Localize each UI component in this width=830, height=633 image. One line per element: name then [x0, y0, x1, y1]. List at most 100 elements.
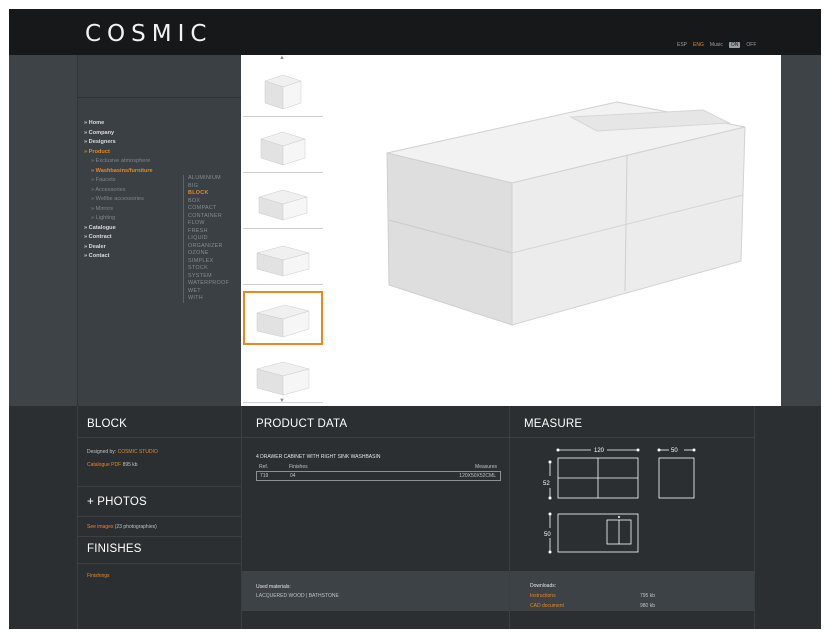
thumbnail-strip: ▲ ▼ [241, 55, 327, 406]
arrow-down-icon[interactable]: ▼ [279, 398, 285, 404]
music-label: Music [709, 42, 723, 48]
model-item-active[interactable]: BLOCK [188, 190, 229, 198]
model-item[interactable]: COMPACT [188, 205, 229, 213]
product-thumbnail[interactable] [243, 175, 323, 229]
top-bar: COSMIC ESP ENG Music ON OFF [9, 9, 821, 55]
nav-item-product[interactable]: » Product [84, 148, 153, 158]
lang-eng-link[interactable]: ENG [693, 42, 704, 48]
music-off-toggle[interactable]: OFF [746, 42, 756, 48]
model-item[interactable]: FRESH [188, 228, 229, 236]
model-item[interactable]: WET [188, 288, 229, 296]
table-header: Ref. Finishes Measures [256, 464, 501, 470]
materials-value: LACQUERED WOOD | BATHSTONE [256, 593, 339, 599]
model-item[interactable]: WITH [188, 295, 229, 303]
model-item[interactable]: SIMPLEX [188, 258, 229, 266]
arrow-up-icon[interactable]: ▲ [279, 55, 285, 61]
height-label: 52 [543, 481, 550, 487]
instructions-link[interactable]: Instructions [530, 593, 556, 599]
subnav-lighting[interactable]: » Lighting [84, 214, 153, 224]
nav-item-contact[interactable]: » Contact [84, 252, 153, 262]
subnav-label: Lighting [95, 215, 116, 221]
see-images-line: See images (23 photographies) [87, 524, 157, 530]
model-item[interactable]: SYSTEM [188, 273, 229, 281]
cad-size: 980 kb [640, 603, 656, 609]
product-thumbnail[interactable] [243, 63, 323, 117]
header-ref: Ref. [259, 464, 269, 470]
subnav-accessories[interactable]: » Accessories [84, 186, 153, 196]
model-item[interactable]: STOCK [188, 265, 229, 273]
nav-label: Catalogue [88, 224, 116, 231]
nav-item-contract[interactable]: » Contract [84, 233, 153, 243]
subnav-exclusive[interactable]: » Exclusive atmosphere [84, 157, 153, 167]
main-nav: » Home » Company » Designers » Product »… [84, 119, 153, 262]
cabinet-illustration [386, 101, 746, 326]
subnav-faucets[interactable]: » Faucets [84, 176, 153, 186]
designed-by-line: Designed by: COSMIC STUDIO [87, 449, 158, 455]
lang-esp-link[interactable]: ESP [677, 42, 687, 48]
model-item[interactable]: FLOW [188, 220, 229, 228]
product-thumbnail[interactable] [243, 231, 323, 285]
table-row[interactable]: 719 04 120X50X52CML [256, 471, 501, 481]
materials-label: Used materials: [256, 584, 291, 590]
page-frame: COSMIC ESP ENG Music ON OFF » Home » Com… [9, 9, 821, 629]
downloads-label: Downloads: [530, 583, 557, 589]
model-item[interactable]: ALUMINIUM [188, 175, 229, 183]
nav-item-dealer[interactable]: » Dealer [84, 243, 153, 253]
nav-item-company[interactable]: » Company [84, 129, 153, 139]
measure-title: MEASURE [524, 418, 583, 430]
nav-item-catalogue[interactable]: » Catalogue [84, 224, 153, 234]
main-product-image [327, 55, 781, 406]
materials-box: Used materials: LACQUERED WOOD | BATHSTO… [242, 571, 509, 611]
divider [78, 516, 241, 517]
cad-document-link[interactable]: CAD document [530, 603, 564, 609]
subnav-washbasins[interactable]: » Washbasins/furniture [84, 167, 153, 177]
subnav-mirrors[interactable]: » Mirrors [84, 205, 153, 215]
nav-label: Company [88, 129, 115, 136]
bottom-info-area: BLOCK Designed by: COSMIC STUDIO Catalog… [9, 406, 821, 629]
photo-count: (23 photographies) [114, 524, 157, 530]
left-navigation-panel: » Home » Company » Designers » Product »… [77, 55, 242, 406]
cabinet-thumbnail-image [260, 131, 306, 166]
divider [78, 486, 241, 487]
cell-finishes: 04 [290, 473, 296, 479]
model-item[interactable]: LIQUID [188, 235, 229, 243]
width-label: 120 [594, 448, 605, 454]
divider [242, 437, 509, 438]
subnav-label: Washbasins/furniture [95, 167, 153, 174]
nav-item-home[interactable]: » Home [84, 119, 153, 129]
divider [510, 437, 754, 438]
product-thumbnail-selected[interactable] [243, 291, 323, 345]
nav-label: Designers [88, 139, 116, 145]
cell-ref: 719 [260, 473, 269, 479]
designed-by-label: Designed by: [87, 449, 117, 455]
music-on-toggle[interactable]: ON [728, 42, 741, 48]
catalogue-size: 895 kb [122, 462, 138, 468]
divider [78, 536, 241, 537]
nav-label: Product [88, 148, 110, 155]
right-side-strip [781, 55, 821, 406]
downloads-box: Downloads: Instructions 795 kb CAD docum… [510, 571, 754, 611]
model-item[interactable]: ORGANIZER [188, 243, 229, 251]
subnav-label: Mirrors [95, 205, 114, 212]
product-thumbnail[interactable] [243, 349, 323, 403]
see-images-link[interactable]: See images [87, 524, 113, 530]
header-measures: Measures [475, 464, 497, 470]
designer-link[interactable]: COSMIC STUDIO [118, 449, 158, 455]
subnav-wellbe[interactable]: » Wellbe accessories [84, 195, 153, 205]
finishings-link[interactable]: Finishings [87, 573, 110, 579]
model-item[interactable]: BOX [188, 198, 229, 206]
depth-label: 50 [671, 448, 678, 454]
photos-title[interactable]: + PHOTOS [87, 496, 147, 508]
catalogue-pdf-link[interactable]: Catalogue PDF [87, 462, 121, 468]
language-switcher: ESP ENG Music ON OFF [677, 42, 756, 48]
model-item[interactable]: OZONE [188, 250, 229, 258]
product-thumbnail[interactable] [243, 119, 323, 173]
cell-measures: 120X50X52CML [459, 473, 496, 479]
cosmic-logo[interactable]: COSMIC [85, 21, 212, 47]
product-data-table: Ref. Finishes Measures 719 04 120X50X52C… [256, 464, 501, 481]
model-item[interactable]: WATERPROOF [188, 280, 229, 288]
model-item[interactable]: CONTAINER [188, 213, 229, 221]
finishes-title: FINISHES [87, 543, 142, 555]
model-item[interactable]: BIG [188, 183, 229, 191]
nav-item-designers[interactable]: » Designers [84, 138, 153, 148]
